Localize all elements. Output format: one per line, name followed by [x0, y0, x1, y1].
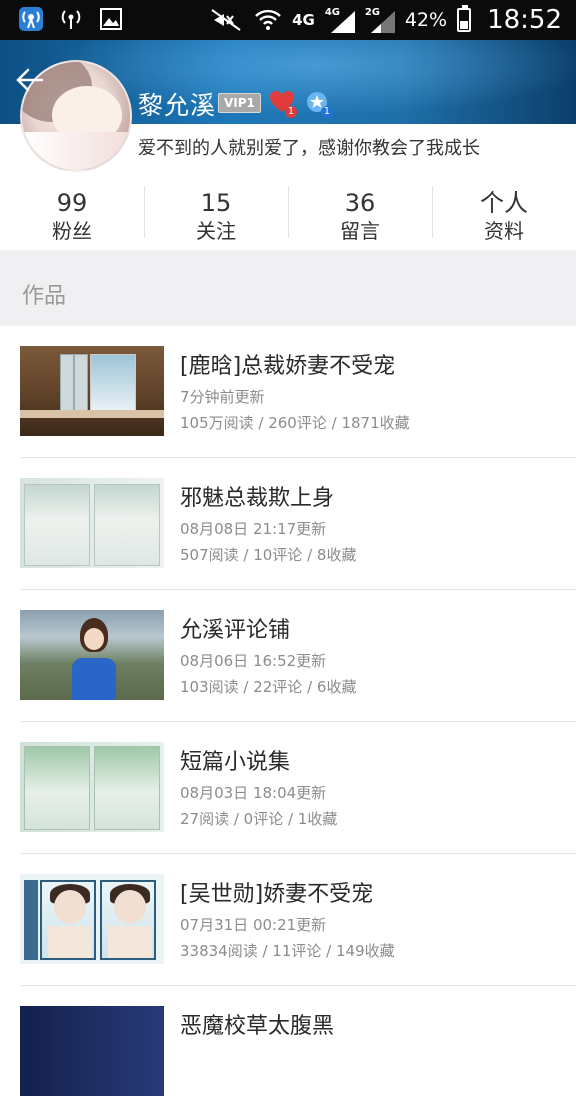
work-title: 邪魅总裁欺上身 [180, 486, 335, 511]
work-counts: 105万阅读 / 260评论 / 1871收藏 [180, 414, 410, 432]
cover-figure-face [54, 890, 86, 924]
cover-book [24, 484, 90, 566]
cover-book-spine [60, 354, 74, 412]
back-button[interactable] [12, 62, 48, 98]
stat-messages[interactable]: 36 留言 [288, 182, 432, 250]
user-badges: VIP1 1 1 [218, 90, 333, 118]
list-item[interactable]: [鹿晗]总裁娇妻不受宠 7分钟前更新 105万阅读 / 260评论 / 1871… [20, 326, 576, 458]
fan-badge-count: 1 [320, 106, 333, 118]
work-updated: 08月08日 21:17更新 [180, 520, 327, 538]
cover-spine [24, 880, 38, 960]
cover-shelf [20, 410, 164, 418]
stat-following-count: 15 [200, 189, 232, 217]
work-title: [吴世勋]娇妻不受宠 [180, 882, 374, 907]
section-title: 作品 [22, 284, 67, 309]
user-signature: 爱不到的人就别爱了，感谢你教会了我成长 [138, 138, 480, 159]
heart-badge[interactable]: 1 [269, 90, 297, 118]
list-item[interactable]: 短篇小说集 08月03日 18:04更新 27阅读 / 0评论 / 1收藏 [20, 722, 576, 854]
cover-book [90, 354, 136, 412]
cover-figure-body [108, 926, 152, 958]
book-cover [20, 478, 164, 568]
battery-percent: 42% [404, 9, 448, 31]
cell-signal-2g: 2G [365, 7, 395, 33]
cell-signal-icon [330, 11, 355, 33]
status-left-icons [18, 6, 124, 32]
work-counts: 507阅读 / 10评论 / 8收藏 [180, 546, 357, 564]
work-counts: 33834阅读 / 11评论 / 149收藏 [180, 942, 395, 960]
book-cover [20, 346, 164, 436]
work-updated: 08月03日 18:04更新 [180, 784, 327, 802]
cell-signal-4g: 4G [325, 7, 355, 33]
list-item[interactable]: 邪魅总裁欺上身 08月08日 21:17更新 507阅读 / 10评论 / 8收… [20, 458, 576, 590]
work-updated: 7分钟前更新 [180, 388, 265, 406]
username: 黎允溪 [138, 91, 217, 120]
cover-figure [72, 618, 116, 700]
work-counts: 103阅读 / 22评论 / 6收藏 [180, 678, 357, 696]
work-title: 短篇小说集 [180, 750, 291, 775]
work-title: [鹿晗]总裁娇妻不受宠 [180, 354, 396, 379]
stat-profile[interactable]: 个人 资料 [432, 182, 576, 250]
stat-following[interactable]: 15 关注 [144, 182, 288, 250]
list-item[interactable]: [吴世勋]娇妻不受宠 07月31日 00:21更新 33834阅读 / 11评论… [20, 854, 576, 986]
work-title: 允溪评论铺 [180, 618, 291, 643]
cover-figure-shirt [72, 658, 116, 700]
cover-book [24, 746, 90, 830]
signal-tower-app-icon [18, 6, 44, 32]
list-item[interactable]: 允溪评论铺 08月06日 16:52更新 103阅读 / 22评论 / 6收藏 [20, 590, 576, 722]
avatar-cloth [22, 132, 130, 170]
heart-count: 1 [284, 106, 297, 118]
cover-figure-face [114, 890, 146, 924]
book-cover [20, 610, 164, 700]
work-counts: 27阅读 / 0评论 / 1收藏 [180, 810, 338, 828]
battery-fill [460, 20, 469, 29]
mute-icon [211, 9, 241, 31]
cover-book [94, 484, 160, 566]
hotspot-icon [58, 6, 84, 32]
status-bar: 4G 4G 2G 42% 18:52 [0, 0, 576, 40]
wifi-icon [255, 9, 281, 30]
list-item[interactable]: 恶魔校草太腹黑 [20, 986, 576, 1118]
status-right: 4G 4G 2G 42% 18:52 [210, 0, 562, 40]
cover-book-spine [74, 354, 88, 412]
stat-messages-count: 36 [344, 189, 376, 217]
works-section-header: 作品 [0, 250, 576, 326]
works-list: [鹿晗]总裁娇妻不受宠 7分钟前更新 105万阅读 / 260评论 / 1871… [0, 326, 576, 1118]
stat-messages-label: 留言 [340, 219, 380, 243]
cover-book [100, 880, 156, 960]
gallery-icon [98, 6, 124, 32]
stat-following-label: 关注 [196, 219, 236, 243]
stat-fans-label: 粉丝 [52, 219, 92, 243]
work-updated: 07月31日 00:21更新 [180, 916, 327, 934]
work-title: 恶魔校草太腹黑 [180, 1014, 335, 1039]
stat-fans-count: 99 [56, 189, 88, 217]
fan-badge[interactable]: 1 [305, 90, 333, 118]
cover-book [94, 746, 160, 830]
battery-icon [457, 5, 472, 32]
stat-profile-line1: 个人 [480, 189, 528, 217]
network-4g-label: 4G [292, 11, 315, 29]
cover-book [40, 880, 96, 960]
work-updated: 08月06日 16:52更新 [180, 652, 327, 670]
book-cover [20, 874, 164, 964]
stats-row: 99 粉丝 15 关注 36 留言 个人 资料 [0, 182, 576, 250]
book-cover [20, 1006, 164, 1096]
stat-profile-line2: 资料 [484, 219, 524, 243]
cover-figure-face [84, 628, 104, 650]
vip-badge[interactable]: VIP1 [218, 93, 261, 113]
book-cover [20, 742, 164, 832]
cover-figure-body [48, 926, 92, 958]
stat-fans[interactable]: 99 粉丝 [0, 182, 144, 250]
cell-signal-2-icon [370, 11, 395, 33]
clock: 18:52 [487, 5, 562, 35]
back-arrow-icon [16, 68, 44, 92]
